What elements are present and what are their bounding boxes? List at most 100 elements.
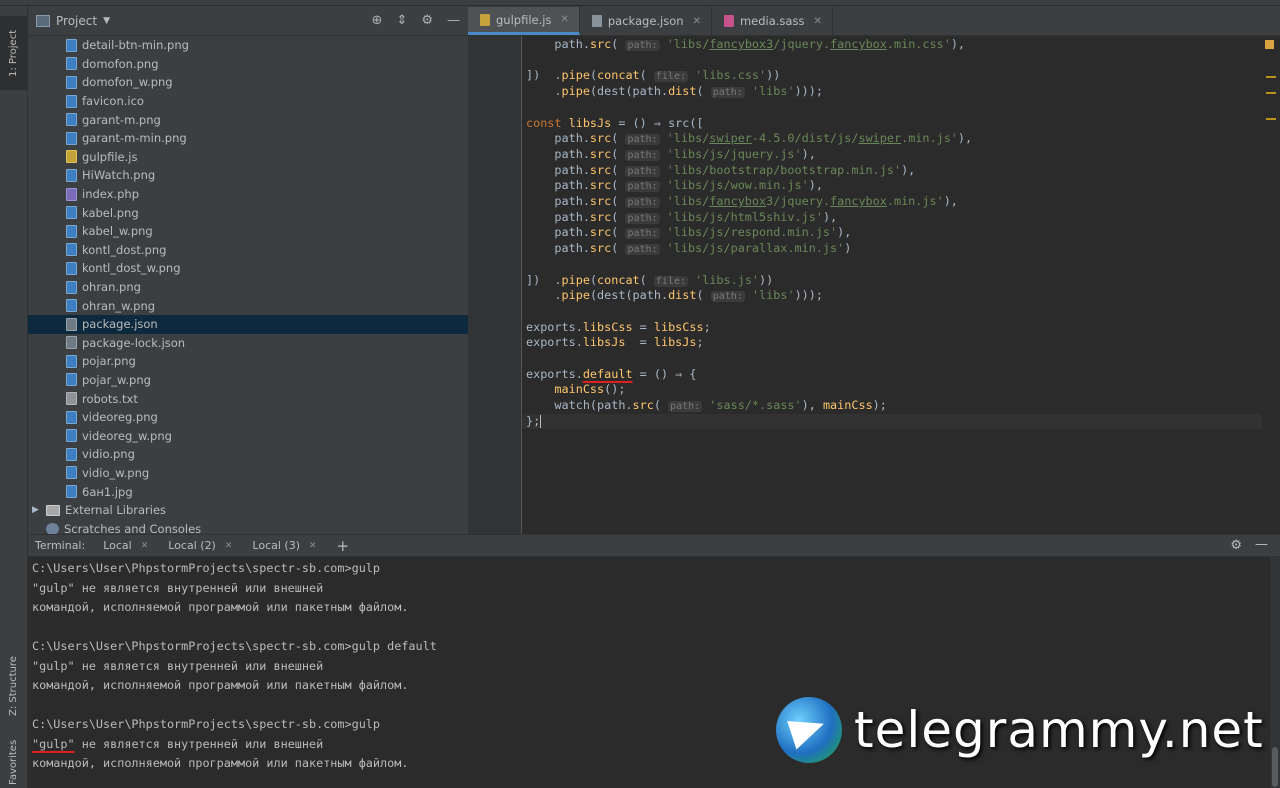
code-text: ]) .pipe(concat( file: 'libs.css'))	[526, 68, 781, 83]
tree-item[interactable]: ohran_w.png	[28, 296, 468, 315]
chevron-right-icon[interactable]: ▶	[32, 505, 40, 515]
terminal-tab[interactable]: Local (3) ✕	[248, 535, 320, 557]
tree-item[interactable]: garant-m.png	[28, 110, 468, 129]
code-text: path.src( path: 'libs/fancybox3/jquery.f…	[526, 194, 958, 208]
project-view-title[interactable]: Project	[56, 14, 97, 28]
code-line[interactable]: 47exports.libsJs = libsJs;	[522, 335, 1262, 351]
code-line[interactable]: 43⊟]) .pipe(concat( file: 'libs.js'))	[522, 273, 1262, 289]
warning-marker[interactable]	[1266, 92, 1276, 94]
code-line[interactable]: 46exports.libsCss = libsCss;	[522, 320, 1262, 336]
collapse-icon[interactable]: ⇕	[396, 13, 407, 28]
img-file-icon	[66, 113, 77, 127]
code-line[interactable]: 44 .pipe(dest(path.dist( path: 'libs')))…	[522, 288, 1262, 304]
code-line[interactable]: 31 .pipe(dest(path.dist( path: 'libs')))…	[522, 84, 1262, 100]
terminal-line: C:\Users\User\PhpstormProjects\spectr-sb…	[32, 561, 381, 575]
scratches-node[interactable]: Scratches and Consoles	[28, 519, 468, 534]
tree-item[interactable]: favicon.ico	[28, 92, 468, 111]
tree-item[interactable]: package.json	[28, 314, 468, 334]
editor-tab[interactable]: gulpfile.js ✕	[468, 7, 580, 35]
tree-item[interactable]: domofon_w.png	[28, 73, 468, 92]
minimize-icon[interactable]: —	[447, 13, 460, 28]
tree-item[interactable]: kontl_dost_w.png	[28, 259, 468, 278]
tree-item[interactable]: HiWatch.png	[28, 166, 468, 185]
close-icon[interactable]: ✕	[560, 14, 568, 25]
tree-item[interactable]: gulpfile.js	[28, 148, 468, 167]
terminal-tab[interactable]: Local (2) ✕	[164, 535, 236, 557]
tree-item[interactable]: vidio_w.png	[28, 464, 468, 483]
tree-item[interactable]: package-lock.json	[28, 334, 468, 353]
code-line[interactable]: 30⊟]) .pipe(concat( file: 'libs.css'))	[522, 68, 1262, 84]
tree-item[interactable]: kabel.png	[28, 203, 468, 222]
tree-item[interactable]: vidio.png	[28, 445, 468, 464]
terminal-scrollbar[interactable]	[1270, 557, 1280, 788]
code-line[interactable]: 51 watch(path.src( path: 'sass/*.sass'),…	[522, 398, 1262, 414]
code-line[interactable]: 32	[522, 100, 1262, 116]
code-line[interactable]: 52⊟};	[522, 413, 1262, 430]
code-line[interactable]: 28 path.src( path: 'libs/fancybox3/jquer…	[522, 37, 1262, 53]
tree-item-label: ohran.png	[82, 280, 141, 295]
tree-item[interactable]: ohran.png	[28, 278, 468, 297]
tree-item-label: gulpfile.js	[82, 149, 138, 164]
tree-item-label: kabel_w.png	[82, 224, 153, 239]
code-line[interactable]: 50 mainCss();	[522, 382, 1262, 398]
tree-item-label: package-lock.json	[82, 335, 186, 350]
code-line[interactable]: 38 path.src( path: 'libs/fancybox3/jquer…	[522, 194, 1262, 210]
code-line[interactable]: 39 path.src( path: 'libs/js/html5shiv.js…	[522, 210, 1262, 226]
tree-item[interactable]: index.php	[28, 185, 468, 204]
code-line[interactable]: 45	[522, 304, 1262, 320]
code-line[interactable]: 35 path.src( path: 'libs/js/jquery.js'),	[522, 147, 1262, 163]
tree-item[interactable]: domofon.png	[28, 55, 468, 74]
warning-marker[interactable]	[1266, 76, 1276, 78]
favorites-toolwindow-tab[interactable]: Favorites	[0, 736, 28, 788]
terminal-scroll-thumb[interactable]	[1272, 747, 1278, 787]
warning-indicator-icon[interactable]	[1265, 40, 1274, 49]
code-line[interactable]: 34 path.src( path: 'libs/swiper-4.5.0/di…	[522, 131, 1262, 147]
close-icon[interactable]: ✕	[309, 541, 317, 551]
close-icon[interactable]: ✕	[813, 16, 821, 27]
close-icon[interactable]: ✕	[693, 16, 701, 27]
tree-item[interactable]: pojar_w.png	[28, 371, 468, 390]
code-editor[interactable]: 28 path.src( path: 'libs/fancybox3/jquer…	[522, 36, 1262, 534]
code-line[interactable]: 41 path.src( path: 'libs/js/parallax.min…	[522, 241, 1262, 257]
code-line[interactable]: 49⊟exports.default = () ⇒ {	[522, 367, 1262, 383]
tree-item-label: favicon.ico	[82, 94, 144, 109]
code-line[interactable]: 40 path.src( path: 'libs/js/respond.min.…	[522, 225, 1262, 241]
tree-item[interactable]: videoreg_w.png	[28, 426, 468, 445]
external-libraries-node[interactable]: ▶ External Libraries	[28, 501, 468, 520]
tree-item[interactable]: kontl_dost.png	[28, 241, 468, 260]
structure-toolwindow-tab[interactable]: Z: Structure	[0, 646, 28, 726]
code-line[interactable]: 42	[522, 257, 1262, 273]
tree-item[interactable]: kabel_w.png	[28, 222, 468, 241]
editor-tab[interactable]: media.sass ✕	[712, 7, 833, 35]
close-icon[interactable]: ✕	[225, 541, 233, 551]
project-toolwindow-tab[interactable]: 1: Project	[0, 16, 28, 90]
minimize-icon[interactable]: —	[1255, 537, 1268, 552]
tree-item[interactable]: garant-m-min.png	[28, 129, 468, 148]
code-line[interactable]: 33⊟const libsJs = () ⇒ src([	[522, 116, 1262, 132]
warning-marker[interactable]	[1266, 118, 1276, 120]
terminal-tab-bar: Terminal: Local ✕ Local (2) ✕ Local (3) ✕ +	[28, 535, 1280, 557]
editor-tab[interactable]: package.json ✕	[580, 7, 712, 35]
library-icon	[46, 504, 60, 516]
tree-item-label: vidio_w.png	[82, 465, 150, 480]
code-line[interactable]: 37 path.src( path: 'libs/js/wow.min.js')…	[522, 178, 1262, 194]
tree-item[interactable]: 6ан1.jpg	[28, 482, 468, 501]
add-terminal-icon[interactable]: +	[337, 537, 350, 555]
locate-icon[interactable]: ⊕	[372, 13, 383, 28]
gear-icon[interactable]: ⚙	[1230, 538, 1242, 553]
code-text: mainCss();	[554, 382, 626, 397]
img-file-icon	[66, 168, 77, 182]
code-line[interactable]: 48	[522, 351, 1262, 367]
code-line[interactable]: 36 path.src( path: 'libs/bootstrap/boots…	[522, 163, 1262, 179]
tree-item[interactable]: videoreg.png	[28, 408, 468, 427]
chevron-down-icon[interactable]: ▼	[103, 16, 110, 26]
text-cursor	[540, 414, 541, 428]
tree-item[interactable]: robots.txt	[28, 389, 468, 408]
code-line[interactable]: 29	[522, 53, 1262, 69]
terminal-tab[interactable]: Local ✕	[99, 535, 152, 557]
error-stripe[interactable]	[1262, 36, 1280, 534]
tree-item[interactable]: detail-btn-min.png	[28, 36, 468, 55]
tree-item[interactable]: pojar.png	[28, 352, 468, 371]
gear-icon[interactable]: ⚙	[421, 13, 433, 28]
close-icon[interactable]: ✕	[141, 541, 149, 551]
